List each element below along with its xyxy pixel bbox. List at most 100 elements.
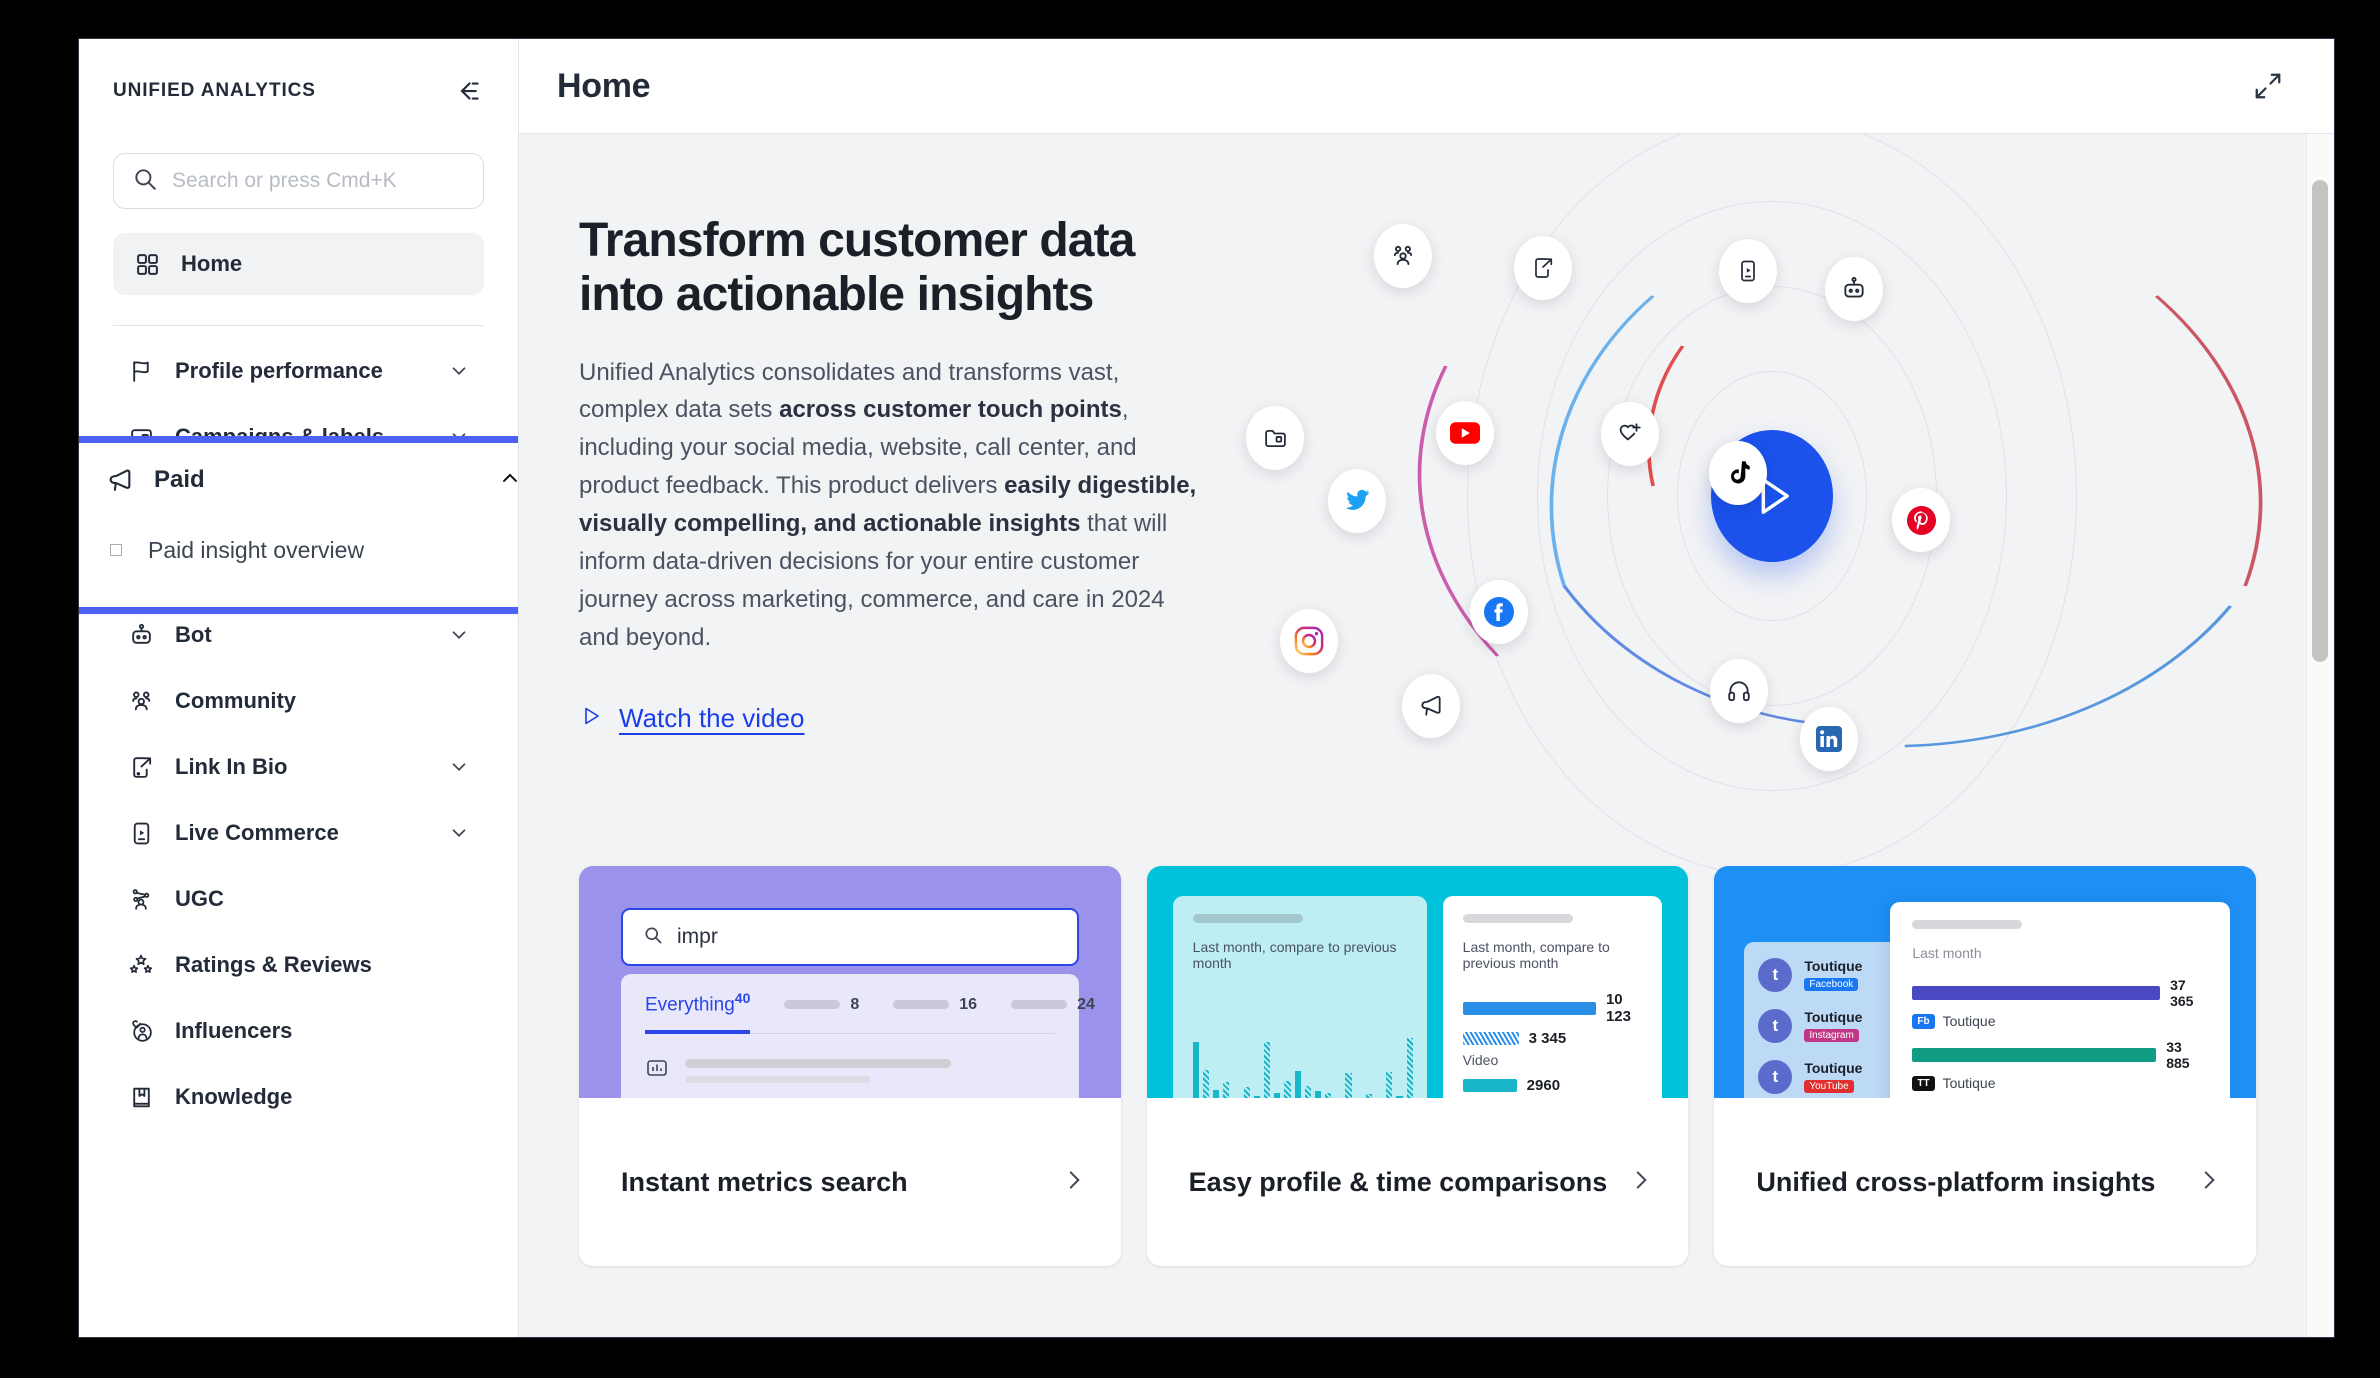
- skeleton-bar: [1462, 914, 1573, 923]
- bubble-tiktok-icon: [1709, 441, 1767, 505]
- sidebar-search-wrap: Search or press Cmd+K: [79, 111, 518, 209]
- chart-bar: [1192, 1042, 1199, 1098]
- card-instant-metrics-search[interactable]: impr Everything40 8 16 24 Instant metric…: [579, 866, 1121, 1266]
- chart-bar: [1912, 1048, 2157, 1062]
- chart-bar: [1284, 1081, 1291, 1098]
- preview-timeseries-panel: Last month, compare to previous month: [1172, 896, 1427, 1098]
- sidebar-subitem-paid-insight-overview[interactable]: Paid insight overview: [92, 517, 518, 583]
- search-input[interactable]: Search or press Cmd+K: [113, 153, 484, 209]
- network-badge: Instagram: [1804, 1029, 1859, 1042]
- preview-bar-list: 37 365 Fb Toutique 33 885 TT Toutique: [1912, 977, 2208, 1098]
- page-title: Home: [557, 66, 651, 105]
- chart-bar: [1314, 1091, 1322, 1098]
- bubble-heart-plus-icon: [1601, 402, 1659, 466]
- watch-video-label: Watch the video: [619, 702, 805, 733]
- chart-bar-value: 3 345: [1528, 1030, 1567, 1047]
- sidebar-item-knowledge[interactable]: Knowledge: [113, 1064, 484, 1130]
- chart-bar: [1294, 1071, 1301, 1098]
- skeleton-bar: [784, 1000, 841, 1010]
- card-preview: impr Everything40 8 16 24: [579, 866, 1121, 1098]
- sidebar-item-influencers[interactable]: Influencers: [113, 998, 484, 1064]
- sidebar-item-label: Influencers: [175, 1018, 293, 1043]
- expand-diagonal-icon[interactable]: [2248, 66, 2288, 106]
- sidebar-item-link-in-bio[interactable]: Link In Bio: [113, 734, 484, 800]
- sidebar-item-paid[interactable]: Paid: [92, 443, 518, 517]
- chevron-down-icon[interactable]: [448, 624, 470, 646]
- sidebar-item-live-commerce[interactable]: Live Commerce: [113, 800, 484, 866]
- preview-result-rows: [645, 1034, 1055, 1098]
- preview-search-field: impr: [621, 908, 1079, 966]
- preview-results-panel: Everything40 8 16 24: [621, 974, 1095, 1098]
- main-area: Home Transform customer data into action…: [519, 39, 2334, 1337]
- chevron-right-icon[interactable]: [1628, 1167, 1654, 1198]
- sidebar-item-label: UGC: [175, 886, 224, 911]
- chart-bar: [1365, 1094, 1373, 1098]
- preview-search-value: impr: [677, 925, 718, 948]
- card-easy-profile-time-comparisons[interactable]: Last month, compare to previous month La…: [1146, 866, 1689, 1266]
- hero-section: Transform customer data into actionable …: [519, 134, 2334, 876]
- card-title: Unified cross-platform insights: [1756, 1166, 2156, 1197]
- vertical-scrollbar[interactable]: [2306, 134, 2334, 1337]
- influencer-icon: [127, 1017, 155, 1045]
- preview-tab: 24: [1011, 996, 1095, 1014]
- sidebar-item-label: Knowledge: [175, 1084, 293, 1109]
- search-icon: [643, 925, 663, 950]
- sidebar-item-home[interactable]: Home: [113, 233, 484, 295]
- search-placeholder: Search or press Cmd+K: [172, 169, 397, 192]
- preview-caption: Last month: [1912, 945, 1982, 961]
- bubble-folder-icon: [1246, 406, 1304, 470]
- watch-video-link[interactable]: Watch the video: [579, 703, 804, 734]
- skeleton-bar: [685, 1075, 870, 1083]
- card-title: Instant metrics search: [621, 1166, 908, 1197]
- bubble-pinterest-icon: [1892, 488, 1950, 552]
- chart-bar-value: 2960: [1526, 1077, 1561, 1094]
- ugc-network-icon: [127, 885, 155, 913]
- chevron-up-icon[interactable]: [498, 466, 518, 495]
- card-title: Easy profile & time comparisons: [1188, 1166, 1608, 1197]
- chart-bar: [1462, 1032, 1519, 1045]
- grid-icon: [133, 250, 161, 278]
- topbar: Home: [519, 39, 2334, 134]
- stars-icon: [127, 951, 155, 979]
- chevron-down-icon[interactable]: [448, 360, 470, 382]
- sidebar-item-label: Profile performance: [175, 358, 383, 383]
- sidebar-item-label: Link In Bio: [175, 754, 288, 779]
- hero-text-part-bold: across customer touch points: [779, 396, 1122, 424]
- chart-bar: [1253, 1096, 1260, 1098]
- phone-arrow-icon: [127, 753, 155, 781]
- card-footer: Instant metrics search: [579, 1098, 1121, 1266]
- profile-name: Toutique: [1804, 958, 1863, 974]
- profile-name: Toutique: [1804, 1060, 1863, 1076]
- sidebar-item-community[interactable]: Community: [113, 668, 484, 734]
- chevron-right-icon[interactable]: [1061, 1167, 1087, 1198]
- scrollbar-thumb[interactable]: [2312, 180, 2328, 662]
- sidebar-item-label: Live Commerce: [175, 820, 339, 845]
- list-item: [645, 1056, 1055, 1085]
- sidebar-item-ugc[interactable]: UGC: [113, 866, 484, 932]
- network-chip: Fb: [1912, 1013, 1935, 1029]
- profile-info: Toutique Instagram: [1804, 1009, 1862, 1043]
- preview-tab-count: 16: [959, 995, 978, 1013]
- phone-play-icon: [127, 819, 155, 847]
- collapse-sidebar-icon[interactable]: [450, 74, 484, 108]
- preview-caption: Last month, compare to previous month: [1192, 939, 1397, 971]
- preview-tab-count: 8: [850, 995, 860, 1013]
- network-badge: YouTube: [1804, 1080, 1854, 1093]
- skeleton-bar: [685, 1058, 952, 1068]
- robot-icon: [127, 621, 155, 649]
- chevron-right-icon[interactable]: [2196, 1167, 2222, 1198]
- megaphone-icon: [106, 466, 134, 494]
- chart-bar-row: 3 345: [1462, 1030, 1643, 1047]
- paid-section-highlight: Paid Paid insight overview: [79, 436, 518, 614]
- card-unified-cross-platform-insights[interactable]: t Toutique Facebook t Toutique Instagram…: [1714, 866, 2257, 1266]
- chevron-down-icon[interactable]: [448, 756, 470, 778]
- sidebar-item-ratings-reviews[interactable]: Ratings & Reviews: [113, 932, 484, 998]
- chart-legend-row: TT Toutique: [1912, 1075, 2208, 1091]
- sidebar-item-profile-performance[interactable]: Profile performance: [113, 338, 484, 404]
- chevron-down-icon[interactable]: [448, 822, 470, 844]
- skeleton-bar: [1011, 1000, 1068, 1010]
- bubble-linkedin-icon: [1800, 707, 1858, 771]
- people-icon: [127, 687, 155, 715]
- bubble-robot-icon: [1825, 257, 1883, 321]
- hero-text: Transform customer data into actionable …: [579, 196, 1199, 806]
